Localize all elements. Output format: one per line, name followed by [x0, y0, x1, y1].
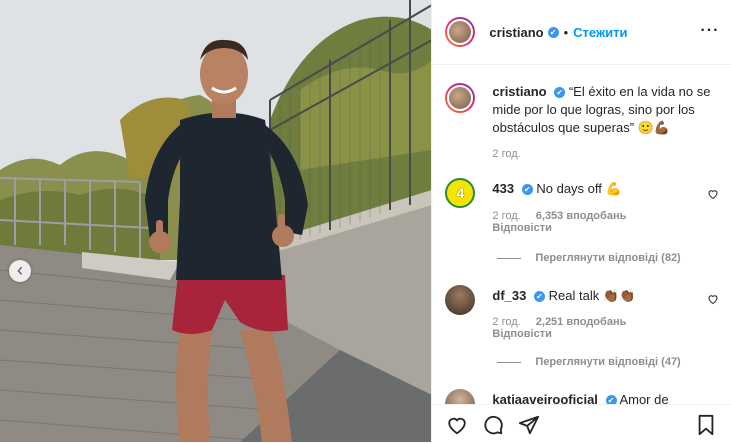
reply-button[interactable]: Відповісти [492, 328, 551, 340]
comment-text: Real talk 👏🏾👏🏾 [548, 288, 636, 303]
comment-text: Amor de [619, 392, 669, 404]
reply-button[interactable]: Відповісти [492, 222, 551, 234]
author-avatar[interactable] [445, 17, 476, 47]
action-bar [432, 404, 731, 443]
replies-divider [497, 361, 522, 363]
commenter-username[interactable]: 433 [492, 181, 514, 196]
view-replies-button[interactable]: Переглянути відповіді (47) [497, 356, 681, 368]
more-options-icon[interactable]: ··· [700, 22, 719, 40]
comment-item: 4 433 ✔ No days off 💪 [445, 178, 721, 208]
commenter-username[interactable]: df_33 [492, 288, 526, 303]
verified-badge-icon: ✔ [605, 395, 617, 404]
caption-username[interactable]: cristiano [492, 84, 546, 99]
paper-plane-icon[interactable] [518, 414, 540, 436]
comment-time[interactable]: 2 год. [492, 316, 520, 328]
view-replies-label: Переглянути відповіді (47) [535, 356, 681, 368]
post-header: cristiano ✔ • Стежити ··· [432, 0, 731, 65]
comment-body: katiaaveirooficial ✔ Amor de [492, 391, 669, 404]
caption-time[interactable]: 2 год. [492, 148, 520, 160]
comment-item: df_33 ✔ Real talk 👏🏾👏🏾 [445, 285, 721, 315]
verified-badge-icon: ✔ [521, 184, 533, 196]
comment-icon[interactable] [482, 414, 504, 436]
comment-likes[interactable]: 2,251 вподобань [536, 316, 627, 328]
caption-avatar[interactable] [445, 83, 476, 113]
view-replies-button[interactable]: Переглянути відповіді (82) [497, 252, 681, 264]
like-heart-icon[interactable] [446, 414, 468, 436]
comment-body: 433 ✔ No days off 💪 [492, 180, 621, 208]
comment-meta: 2 год. 2,251 вподобань [492, 316, 626, 328]
commenter-avatar[interactable] [445, 285, 476, 315]
verified-badge-icon: ✔ [547, 26, 559, 38]
comment-like-heart-icon[interactable] [707, 293, 719, 305]
verified-badge-icon: ✔ [554, 87, 566, 99]
comment-text: No days off 💪 [536, 181, 622, 196]
comment-likes[interactable]: 6,353 вподобань [536, 210, 627, 222]
post-caption: cristiano ✔ “El éxito en la vida no se m… [445, 83, 715, 137]
photo-scene [0, 0, 432, 442]
commenter-avatar[interactable] [445, 389, 476, 404]
previous-photo-button[interactable]: ‹ [9, 260, 31, 282]
commenter-username[interactable]: katiaaveirooficial [492, 392, 598, 404]
post-photo[interactable]: ‹ [0, 0, 432, 442]
comment-meta: 2 год. 6,353 вподобань [492, 210, 626, 222]
caption-body: cristiano ✔ “El éxito en la vida no se m… [492, 83, 715, 137]
post-modal: ‹ cristiano ✔ • Стежити ··· cristiano ✔ … [0, 0, 731, 442]
author-username[interactable]: cristiano [489, 25, 543, 40]
separator-dot: • [563, 24, 569, 40]
comment-time[interactable]: 2 год. [492, 210, 520, 222]
side-panel: cristiano ✔ • Стежити ··· cristiano ✔ “E… [431, 0, 731, 442]
comment-like-heart-icon[interactable] [707, 188, 719, 200]
chevron-left-icon: ‹ [17, 260, 23, 280]
replies-divider [497, 257, 522, 259]
follow-button[interactable]: Стежити [573, 25, 627, 40]
comment-item: katiaaveirooficial ✔ Amor de [445, 389, 721, 404]
commenter-avatar[interactable]: 4 [445, 178, 476, 208]
view-replies-label: Переглянути відповіді (82) [535, 252, 681, 264]
verified-badge-icon: ✔ [534, 291, 545, 303]
bookmark-icon[interactable] [695, 414, 717, 436]
comment-body: df_33 ✔ Real talk 👏🏾👏🏾 [492, 287, 635, 315]
